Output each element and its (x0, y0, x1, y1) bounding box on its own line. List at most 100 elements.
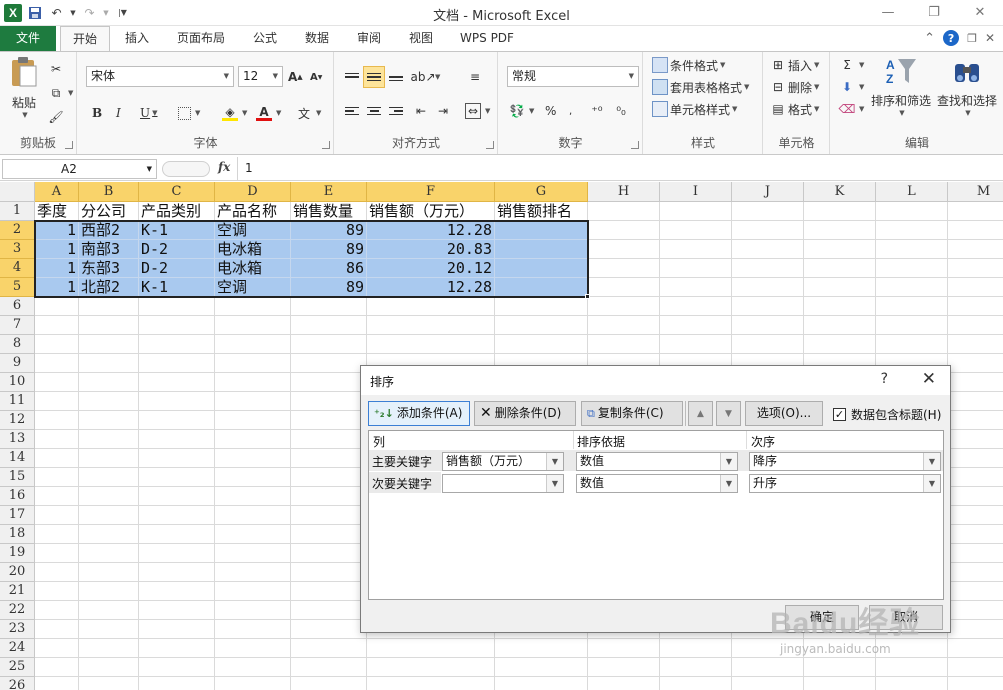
row-header-22[interactable]: 22 (0, 601, 35, 620)
cell-e11[interactable] (291, 392, 367, 411)
tab-file[interactable]: 文件 (0, 26, 56, 51)
move-down-button[interactable]: ▼ (716, 401, 741, 426)
cell-j4[interactable] (732, 259, 804, 278)
cell-g7[interactable] (495, 316, 588, 335)
font-size-select[interactable]: 12 ▼ (238, 66, 283, 87)
cell-l3[interactable] (876, 240, 948, 259)
cell-g4[interactable] (495, 259, 588, 278)
cell-d9[interactable] (215, 354, 291, 373)
cell-m15[interactable] (948, 468, 1003, 487)
cell-f7[interactable] (367, 316, 495, 335)
cell-f5[interactable]: 12.28 (367, 278, 495, 297)
row-header-19[interactable]: 19 (0, 544, 35, 563)
cell-a19[interactable] (35, 544, 79, 563)
row-header-2[interactable]: 2 (0, 221, 35, 240)
cell-e15[interactable] (291, 468, 367, 487)
cell-b19[interactable] (79, 544, 139, 563)
row-header-7[interactable]: 7 (0, 316, 35, 335)
cell-e13[interactable] (291, 430, 367, 449)
cell-b14[interactable] (79, 449, 139, 468)
cell-a14[interactable] (35, 449, 79, 468)
cell-c23[interactable] (139, 620, 215, 639)
clipboard-launcher-icon[interactable] (65, 141, 73, 149)
cell-a4[interactable]: 1 (35, 259, 79, 278)
format-cells-button[interactable]: ▤ 格式 ▼ (770, 98, 819, 120)
cell-a9[interactable] (35, 354, 79, 373)
row-header-13[interactable]: 13 (0, 430, 35, 449)
comma-style-button[interactable]: , (569, 100, 572, 122)
move-up-button[interactable]: ▲ (688, 401, 713, 426)
cell-d8[interactable] (215, 335, 291, 354)
cell-l6[interactable] (876, 297, 948, 316)
row-header-18[interactable]: 18 (0, 525, 35, 544)
row-header-15[interactable]: 15 (0, 468, 35, 487)
cell-a15[interactable] (35, 468, 79, 487)
column-header-g[interactable]: G (495, 182, 588, 202)
cell-m3[interactable] (948, 240, 1003, 259)
cell-m22[interactable] (948, 601, 1003, 620)
tab-formulas[interactable]: 公式 (242, 26, 288, 52)
cell-i24[interactable] (660, 639, 732, 658)
cell-h7[interactable] (588, 316, 660, 335)
cell-m2[interactable] (948, 221, 1003, 240)
underline-button[interactable]: U ▼ (140, 102, 158, 124)
cell-d2[interactable]: 空调 (215, 221, 291, 240)
row-header-3[interactable]: 3 (0, 240, 35, 259)
cell-m16[interactable] (948, 487, 1003, 506)
cell-m4[interactable] (948, 259, 1003, 278)
cell-b2[interactable]: 西部2 (79, 221, 139, 240)
alignment-launcher-icon[interactable] (486, 141, 494, 149)
cell-d3[interactable]: 电冰箱 (215, 240, 291, 259)
cell-c6[interactable] (139, 297, 215, 316)
cell-a16[interactable] (35, 487, 79, 506)
cell-b9[interactable] (79, 354, 139, 373)
cell-h8[interactable] (588, 335, 660, 354)
row-header-21[interactable]: 21 (0, 582, 35, 601)
cell-b5[interactable]: 北部2 (79, 278, 139, 297)
cell-d22[interactable] (215, 601, 291, 620)
tab-review[interactable]: 审阅 (346, 26, 392, 52)
sort-filter-button[interactable]: AZ 排序和筛选 ▼ (869, 56, 933, 117)
cell-d7[interactable] (215, 316, 291, 335)
cell-k6[interactable] (804, 297, 876, 316)
row-header-20[interactable]: 20 (0, 563, 35, 582)
cell-d19[interactable] (215, 544, 291, 563)
cell-b20[interactable] (79, 563, 139, 582)
cell-e20[interactable] (291, 563, 367, 582)
phonetic-button[interactable]: 文 ▼ (296, 102, 321, 124)
cell-c7[interactable] (139, 316, 215, 335)
cell-e24[interactable] (291, 639, 367, 658)
cell-m11[interactable] (948, 392, 1003, 411)
row-header-10[interactable]: 10 (0, 373, 35, 392)
formula-input[interactable]: 1 (245, 161, 253, 175)
cell-c8[interactable] (139, 335, 215, 354)
cell-m26[interactable] (948, 677, 1003, 690)
cell-b24[interactable] (79, 639, 139, 658)
cell-m19[interactable] (948, 544, 1003, 563)
dialog-close-icon[interactable]: ✕ (922, 369, 936, 389)
cell-k3[interactable] (804, 240, 876, 259)
cell-e25[interactable] (291, 658, 367, 677)
cell-f2[interactable]: 12.28 (367, 221, 495, 240)
cell-a21[interactable] (35, 582, 79, 601)
cell-h24[interactable] (588, 639, 660, 658)
row-header-26[interactable]: 26 (0, 677, 35, 690)
tab-insert[interactable]: 插入 (114, 26, 160, 52)
format-painter-button[interactable]: 🖌 (48, 106, 66, 128)
cell-a8[interactable] (35, 335, 79, 354)
cell-f4[interactable]: 20.12 (367, 259, 495, 278)
insert-function-icon[interactable]: fx (218, 160, 230, 174)
cell-c21[interactable] (139, 582, 215, 601)
column-header-d[interactable]: D (215, 182, 291, 202)
cell-i25[interactable] (660, 658, 732, 677)
row-header-9[interactable]: 9 (0, 354, 35, 373)
merge-center-button[interactable]: ⇔ ▼ (465, 100, 490, 122)
cell-a17[interactable] (35, 506, 79, 525)
cell-j25[interactable] (732, 658, 804, 677)
cell-d12[interactable] (215, 411, 291, 430)
row-header-24[interactable]: 24 (0, 639, 35, 658)
cell-m9[interactable] (948, 354, 1003, 373)
font-family-select[interactable]: 宋体 ▼ (86, 66, 234, 87)
cell-e4[interactable]: 86 (291, 259, 367, 278)
cell-c9[interactable] (139, 354, 215, 373)
